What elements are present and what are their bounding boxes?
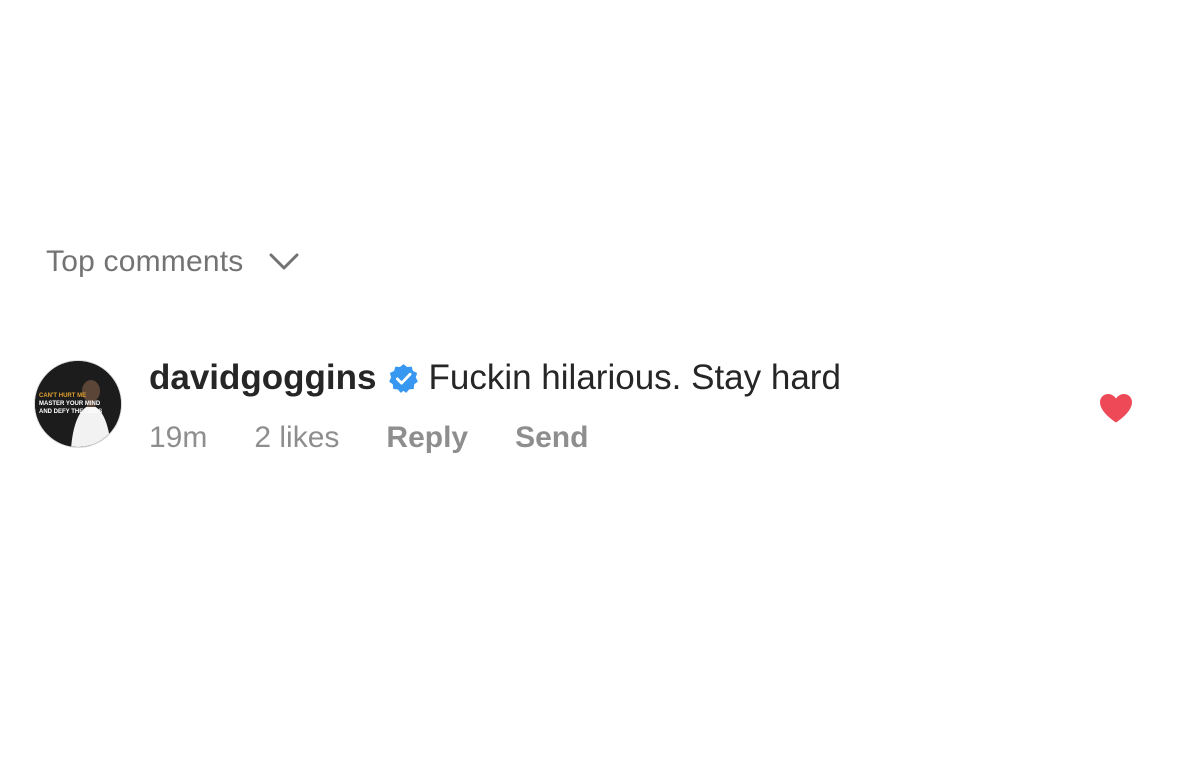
- comments-sort-label: Top comments: [46, 245, 244, 278]
- heart-icon[interactable]: [1098, 392, 1134, 424]
- avatar[interactable]: CAN'T HURT ME MASTER YOUR MIND AND DEFY …: [34, 360, 122, 448]
- comment-timestamp: 19m: [149, 421, 208, 454]
- comment-text: Fuckin hilarious. Stay hard: [428, 358, 841, 397]
- comment-content: davidgoggins Fuckin hilarious. Stay hard: [149, 358, 841, 398]
- avatar-text-line-2: MASTER YOUR MIND: [39, 401, 101, 407]
- comment-username[interactable]: davidgoggins: [149, 358, 377, 398]
- send-button[interactable]: Send: [515, 421, 588, 455]
- comment-likes-count[interactable]: 2 likes: [254, 421, 339, 455]
- comment-item: CAN'T HURT ME MASTER YOUR MIND AND DEFY …: [34, 358, 1154, 458]
- comments-sort-dropdown[interactable]: Top comments: [46, 240, 300, 284]
- verified-badge-icon: [388, 363, 419, 394]
- avatar-text-line-3: AND DEFY THE ODDS: [39, 409, 102, 415]
- chevron-down-icon: [268, 251, 300, 273]
- reply-button[interactable]: Reply: [386, 421, 468, 455]
- avatar-text-line-1: CAN'T HURT ME: [39, 393, 86, 399]
- comment-meta: 19m 2 likes Reply Send: [149, 420, 635, 456]
